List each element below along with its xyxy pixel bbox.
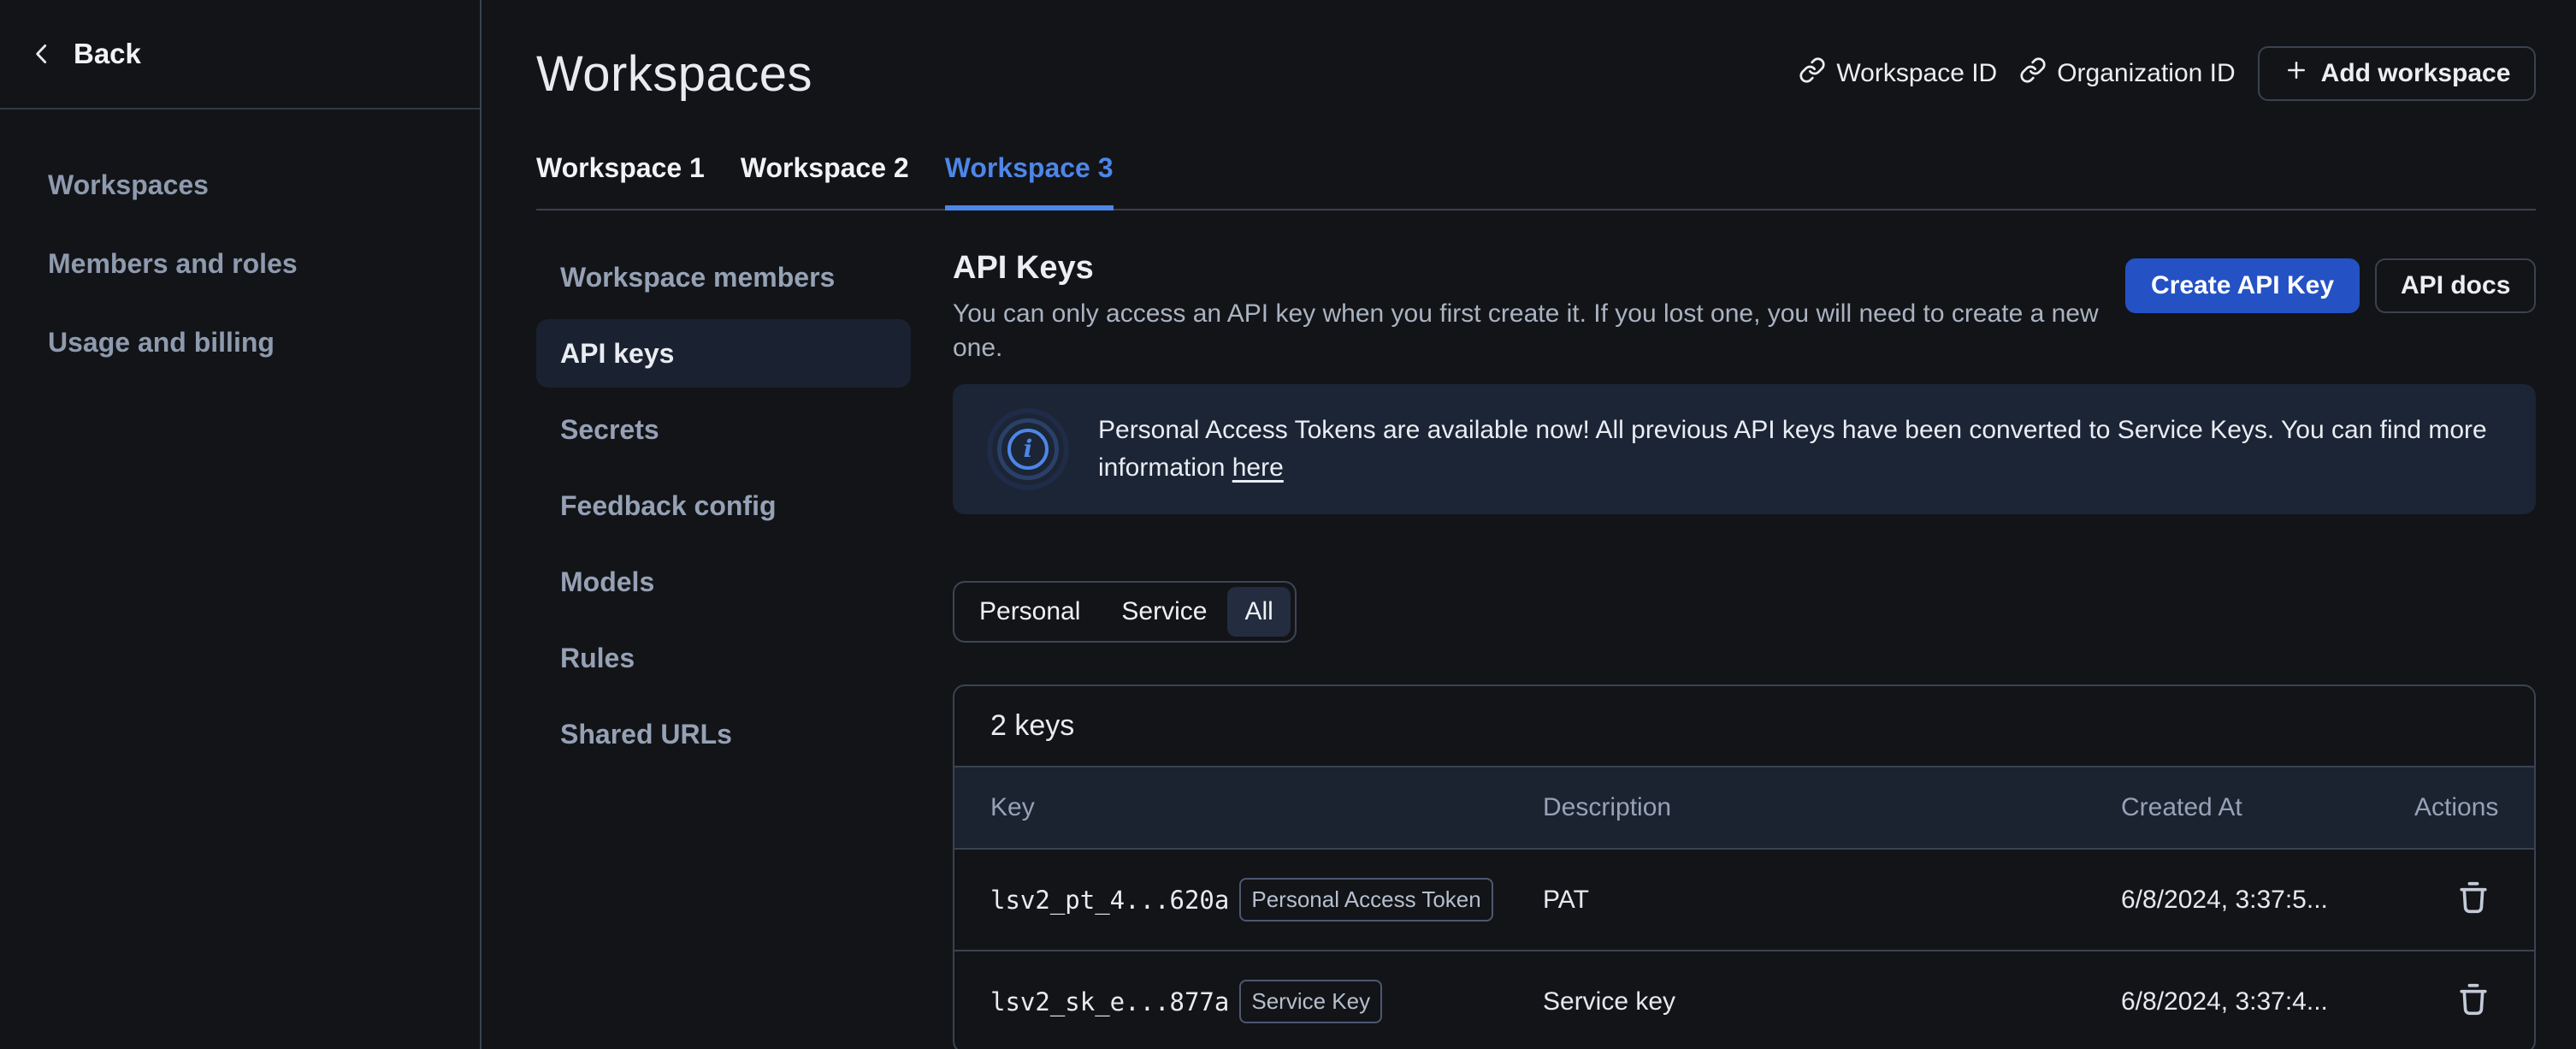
key-description: PAT [1543, 886, 2121, 915]
sidebar-nav: Workspaces Members and roles Usage and b… [0, 110, 480, 376]
banner-here-link[interactable]: here [1232, 453, 1284, 482]
settings-nav-secrets[interactable]: Secrets [536, 395, 911, 464]
key-type-filter: Personal Service All [953, 581, 1297, 643]
settings-nav-feedback-config[interactable]: Feedback config [536, 471, 911, 540]
trash-icon [2454, 878, 2493, 922]
back-button[interactable]: Back [0, 0, 480, 110]
column-header-actions: Actions [2414, 793, 2498, 822]
sidebar-item-usage-and-billing[interactable]: Usage and billing [48, 308, 459, 376]
organization-id-label: Organization ID [2057, 59, 2235, 88]
key-created-at: 6/8/2024, 3:37:5... [2121, 886, 2414, 915]
sidebar-item-workspaces[interactable]: Workspaces [48, 151, 459, 219]
link-icon [2019, 56, 2047, 91]
filter-option-all[interactable]: All [1227, 587, 1290, 637]
table-row: lsv2_pt_4...620a Personal Access Token P… [954, 850, 2534, 950]
page-header: Workspaces Workspace ID Or [536, 0, 2536, 106]
back-label: Back [74, 38, 141, 70]
delete-key-button[interactable] [2454, 878, 2493, 922]
keys-count: 2 keys [990, 709, 1074, 742]
key-type-badge: Service Key [1239, 980, 1382, 1023]
plus-icon [2284, 57, 2309, 90]
delete-key-button[interactable] [2454, 980, 2493, 1023]
banner-text: Personal Access Tokens are available now… [1098, 412, 2501, 487]
filter-option-personal[interactable]: Personal [959, 587, 1101, 637]
column-header-created-at: Created At [2121, 793, 2414, 822]
column-header-description: Description [1543, 793, 2121, 822]
tab-workspace-3[interactable]: Workspace 3 [945, 151, 1114, 210]
api-keys-table-card: 2 keys Key Description Created At Action… [953, 685, 2536, 1049]
banner-message: Personal Access Tokens are available now… [1098, 416, 2487, 482]
header-actions: Workspace ID Organization ID [1799, 46, 2536, 101]
api-docs-button[interactable]: API docs [2375, 258, 2536, 313]
page-title: Workspaces [536, 45, 812, 103]
api-keys-header: API Keys You can only access an API key … [953, 243, 2536, 365]
api-keys-section: API Keys You can only access an API key … [953, 243, 2536, 1049]
workspace-id-button[interactable]: Workspace ID [1799, 56, 1997, 91]
api-keys-description: You can only access an API key when you … [953, 297, 2125, 365]
tab-workspace-2[interactable]: Workspace 2 [741, 151, 909, 210]
workspace-id-label: Workspace ID [1836, 59, 1997, 88]
workspace-settings-nav: Workspace members API keys Secrets Feedb… [536, 243, 911, 1049]
add-workspace-label: Add workspace [2321, 59, 2511, 88]
column-header-key: Key [990, 793, 1543, 822]
settings-nav-workspace-members[interactable]: Workspace members [536, 243, 911, 311]
api-key-value: lsv2_sk_e...877a [990, 987, 1229, 1016]
trash-icon [2454, 980, 2493, 1023]
chevron-left-icon [29, 41, 55, 67]
table-row: lsv2_sk_e...877a Service Key Service key… [954, 950, 2534, 1049]
settings-nav-api-keys[interactable]: API keys [536, 319, 911, 388]
settings-nav-models[interactable]: Models [536, 548, 911, 616]
key-description: Service key [1543, 987, 2121, 1016]
key-created-at: 6/8/2024, 3:37:4... [2121, 987, 2414, 1016]
organization-sidebar: Back Workspaces Members and roles Usage … [0, 0, 482, 1049]
key-type-badge: Personal Access Token [1239, 878, 1492, 922]
settings-nav-rules[interactable]: Rules [536, 624, 911, 692]
info-icon: i [987, 408, 1069, 490]
link-icon [1799, 56, 1826, 91]
add-workspace-button[interactable]: Add workspace [2258, 46, 2537, 101]
api-key-value: lsv2_pt_4...620a [990, 886, 1229, 915]
api-keys-heading: API Keys [953, 250, 2125, 287]
create-api-key-button[interactable]: Create API Key [2125, 258, 2360, 313]
tab-workspace-1[interactable]: Workspace 1 [536, 151, 705, 210]
pat-info-banner: i Personal Access Tokens are available n… [953, 384, 2536, 514]
settings-nav-shared-urls[interactable]: Shared URLs [536, 700, 911, 768]
workspace-tabs: Workspace 1 Workspace 2 Workspace 3 [536, 151, 2536, 210]
organization-id-button[interactable]: Organization ID [2019, 56, 2235, 91]
main-panel: Workspaces Workspace ID Or [482, 0, 2576, 1049]
sidebar-item-members-and-roles[interactable]: Members and roles [48, 229, 459, 298]
table-header-row: Key Description Created At Actions [954, 766, 2534, 850]
filter-option-service[interactable]: Service [1101, 587, 1227, 637]
